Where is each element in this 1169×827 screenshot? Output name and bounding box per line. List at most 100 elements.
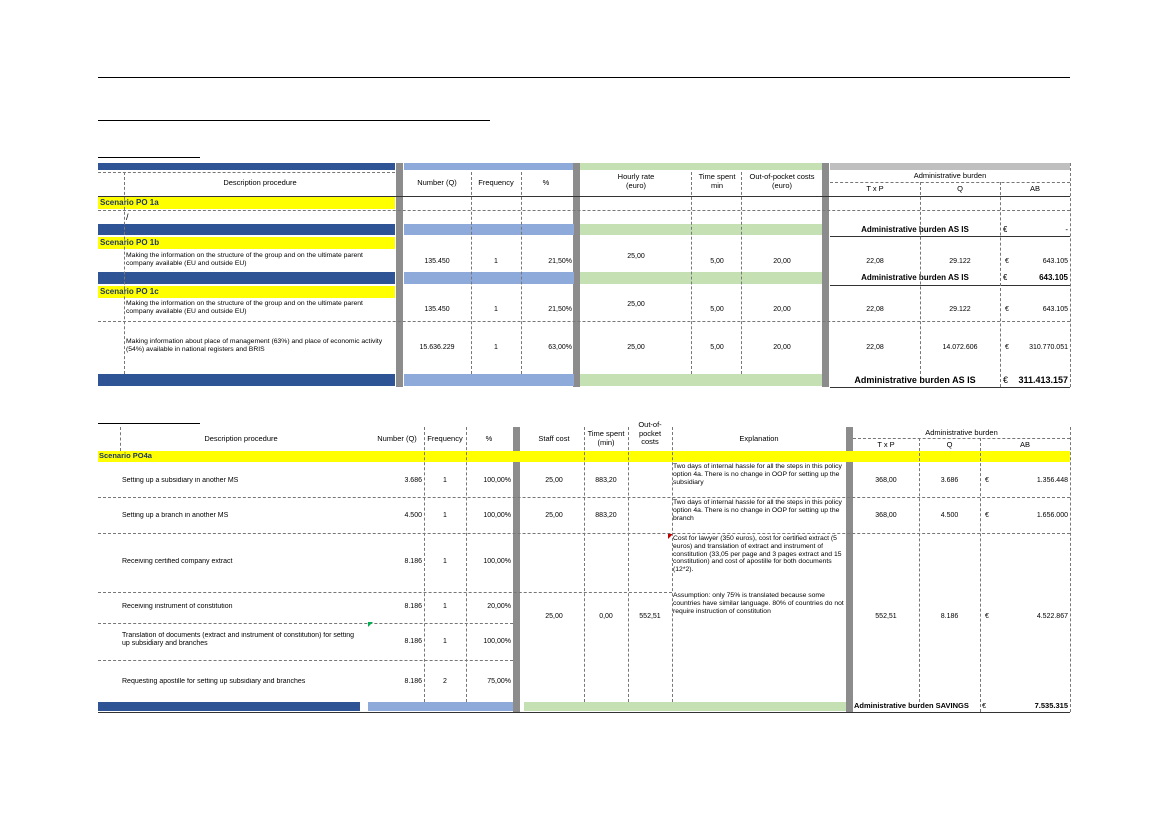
- gridline: [124, 172, 125, 374]
- row-q: 3.686: [940, 477, 959, 484]
- gridline: [466, 427, 467, 702]
- row-currency: €: [1005, 258, 1009, 265]
- row-ab: 1.656.000: [1036, 512, 1068, 519]
- gridline: [830, 182, 1070, 183]
- gridline: [691, 172, 692, 374]
- row-ab: 643.105: [1042, 306, 1068, 313]
- gridline: [424, 427, 425, 702]
- col-header-frequency: Frequency: [427, 435, 463, 443]
- row-percent: 100,00%: [483, 638, 511, 645]
- row-currency: €: [985, 512, 989, 519]
- band-light-green: [580, 374, 822, 386]
- col-header-explanation: Explanation: [739, 435, 779, 443]
- row-txp: 22,08: [866, 344, 884, 351]
- band-dark-blue: [98, 163, 395, 170]
- gridline: [584, 427, 585, 702]
- gridline: [98, 712, 1070, 713]
- gridline: [853, 438, 1070, 439]
- scenario-title-po4a: Scenario PO4a: [99, 452, 152, 460]
- merged-q: 8.186: [940, 613, 959, 620]
- band-light-blue: [404, 272, 574, 284]
- total-label-1a: Administrative burden AS IS: [861, 225, 969, 234]
- row-oop: 20,00: [773, 258, 791, 265]
- row-frequency: 1: [494, 344, 498, 351]
- row-description: Making the information on the structure …: [126, 300, 363, 315]
- row-currency: €: [985, 477, 989, 484]
- col-header-frequency: Frequency: [478, 179, 514, 187]
- row-frequency: 2: [443, 678, 447, 685]
- row-number: 8.186: [404, 558, 422, 565]
- band-light-green: [524, 702, 846, 711]
- row-percent: 100,00%: [483, 558, 511, 565]
- row-currency: €: [1005, 306, 1009, 313]
- band-light-green: [580, 224, 822, 235]
- row-txp: 22,08: [866, 258, 884, 265]
- row-frequency: 1: [443, 558, 447, 565]
- band-dark-blue: [98, 702, 360, 711]
- merged-time-spent: 0,00: [599, 613, 613, 620]
- row-time-spent: 883,20: [595, 477, 617, 484]
- row-txp: 22,08: [866, 306, 884, 313]
- row-number: 8.186: [404, 638, 422, 645]
- row-description: Receiving instrument of constitution: [122, 603, 233, 610]
- row-frequency: 1: [443, 477, 447, 484]
- col-header-admin-burden: Administrative burden: [913, 172, 987, 180]
- col-header-txp: T x P: [866, 185, 884, 193]
- total-currency-1b: €: [1003, 273, 1008, 282]
- row-time-spent: 883,20: [595, 512, 617, 519]
- band-dark-blue: [98, 374, 395, 386]
- row-q: 4.500: [940, 512, 959, 519]
- row-hourly-rate: 25,00: [627, 253, 645, 260]
- row-staff-cost: 25,00: [545, 477, 563, 484]
- row-percent: 100,00%: [483, 477, 511, 484]
- col-header-percent: %: [542, 179, 550, 187]
- total-value-1a: -: [1065, 225, 1068, 234]
- gridline: [830, 236, 1070, 237]
- row-explanation: Two days of internal hassle for all the …: [673, 499, 842, 522]
- row-frequency: 1: [443, 512, 447, 519]
- col-header-description: Description procedure: [204, 435, 278, 443]
- row-frequency: 1: [443, 603, 447, 610]
- row-oop: 20,00: [773, 306, 791, 313]
- band-light-green: [580, 163, 822, 170]
- row-q: 29.122: [949, 306, 971, 313]
- gridline: [672, 427, 673, 702]
- band-dark-blue: [98, 224, 395, 235]
- band-light-green: [580, 272, 822, 284]
- row-hourly-rate: 25,00: [627, 301, 645, 308]
- gridline: [120, 427, 121, 451]
- row-percent: 21,50%: [548, 306, 572, 313]
- row-percent: 21,50%: [548, 258, 572, 265]
- gridline: [98, 592, 672, 593]
- gridline: [1070, 427, 1071, 712]
- row-staff-cost: 25,00: [545, 512, 563, 519]
- col-header-hourly-rate: Hourly rate (euro): [617, 173, 655, 190]
- gridline: [919, 438, 920, 702]
- row-description: Making the information on the structure …: [126, 252, 363, 267]
- col-header-ab: AB: [1029, 185, 1040, 193]
- row-explanation: Two days of internal hassle for all the …: [673, 463, 842, 486]
- col-header-percent: %: [485, 435, 493, 443]
- col-header-number: Number (Q): [377, 435, 417, 443]
- band-light-blue: [404, 163, 574, 170]
- merged-oop: 552,51: [639, 613, 661, 620]
- row-number: 3.686: [404, 477, 422, 484]
- row-ab: 310.770.051: [1029, 344, 1068, 351]
- row-number: 15.636.229: [419, 344, 455, 351]
- row-frequency: 1: [443, 638, 447, 645]
- row-frequency: 1: [494, 306, 498, 313]
- row-number: 8.186: [404, 603, 422, 610]
- page-top-rule: [98, 77, 1070, 78]
- row-percent: 20,00%: [487, 603, 511, 610]
- col-header-admin-burden: Administrative burden: [925, 429, 998, 437]
- row-percent: 63,00%: [548, 344, 572, 351]
- row-time-spent: 5,00: [710, 306, 724, 313]
- row-description: Receiving certified company extract: [122, 558, 233, 565]
- row-ab: 643.105: [1042, 258, 1068, 265]
- col-header-txp: T x P: [877, 441, 895, 449]
- title-underline: [98, 120, 490, 121]
- band-light-blue: [368, 702, 513, 711]
- row-ab: 1.356.448: [1036, 477, 1068, 484]
- total-savings-label: Administrative burden SAVINGS: [854, 702, 969, 710]
- merged-ab: 4.522.867: [1036, 613, 1068, 620]
